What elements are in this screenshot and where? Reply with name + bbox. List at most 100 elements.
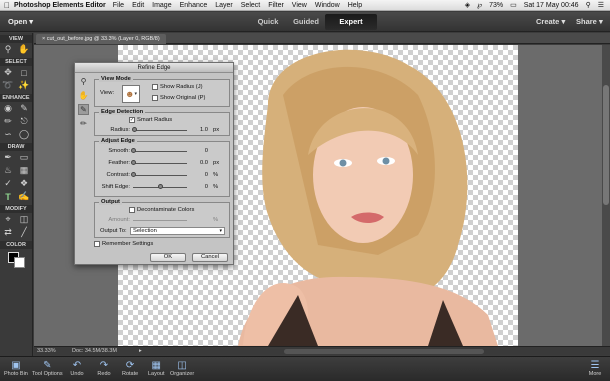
- eyedropper-tool-icon[interactable]: ✓: [3, 178, 14, 189]
- marquee-tool-icon[interactable]: □: [19, 67, 30, 78]
- recompose-tool-icon[interactable]: ◫: [19, 214, 30, 225]
- remember-settings-checkbox[interactable]: [94, 241, 100, 247]
- contrast-slider-knob[interactable]: [131, 172, 136, 177]
- show-radius-row[interactable]: Show Radius (J): [152, 84, 203, 90]
- feather-value[interactable]: 0.0: [188, 160, 208, 166]
- hand-icon[interactable]: ✋: [78, 90, 89, 101]
- content-aware-move-tool-icon[interactable]: ⇄: [3, 227, 14, 238]
- cancel-button[interactable]: Cancel: [192, 253, 228, 262]
- organizer-icon: ◫: [177, 359, 187, 371]
- smooth-slider-track[interactable]: [133, 151, 187, 152]
- output-to-select[interactable]: Selection ▾: [130, 227, 225, 235]
- radius-slider-knob[interactable]: [132, 127, 138, 132]
- tab-quick[interactable]: Quick: [249, 14, 287, 30]
- quick-selection-tool-icon[interactable]: ✨: [18, 80, 29, 91]
- layout-button[interactable]: ▦ Layout: [148, 359, 165, 378]
- smooth-slider-knob[interactable]: [131, 148, 136, 153]
- feather-slider-track[interactable]: [133, 163, 187, 164]
- share-button[interactable]: Share ▾: [576, 17, 603, 26]
- sponge-tool-icon[interactable]: ◯: [19, 129, 30, 140]
- menu-window[interactable]: Window: [315, 2, 340, 9]
- contrast-slider-track[interactable]: [133, 175, 187, 176]
- gradient-tool-icon[interactable]: ▦: [19, 165, 30, 176]
- contrast-value[interactable]: 0: [188, 172, 208, 178]
- background-color-swatch[interactable]: [14, 257, 25, 268]
- redo-button[interactable]: ↷ Redo: [97, 359, 111, 378]
- spotlight-icon[interactable]: ⚲: [586, 1, 591, 9]
- tool-options-button[interactable]: ✎ Tool Options: [32, 359, 63, 378]
- tab-guided[interactable]: Guided: [287, 14, 325, 30]
- apple-icon[interactable]: : [0, 1, 14, 10]
- eraser-tool-icon[interactable]: ▭: [19, 152, 30, 163]
- wifi-icon[interactable]: ◈: [465, 1, 470, 9]
- document-tab[interactable]: × cut_out_before.jpg @ 33.3% (Layer 0, R…: [36, 34, 166, 44]
- erase-refinements-brush-icon[interactable]: ✏: [78, 118, 89, 129]
- more-button[interactable]: ☰ More: [588, 359, 602, 378]
- feather-slider-knob[interactable]: [131, 160, 136, 165]
- app-name-menu[interactable]: Photoshop Elements Editor: [14, 2, 106, 9]
- radius-slider-track[interactable]: [133, 130, 187, 131]
- decontaminate-checkbox[interactable]: [129, 207, 135, 213]
- spot-healing-tool-icon[interactable]: ✎: [19, 103, 30, 114]
- paint-bucket-tool-icon[interactable]: ♨: [3, 165, 14, 176]
- clock[interactable]: Sat 17 May 00:46: [524, 2, 579, 9]
- organizer-button[interactable]: ◫ Organizer: [170, 359, 194, 378]
- battery-icon[interactable]: ▭: [510, 1, 517, 9]
- vertical-scrollbar-thumb[interactable]: [603, 85, 609, 205]
- tab-expert[interactable]: Expert: [325, 14, 377, 30]
- view-mode-thumbnail[interactable]: ☻ ▾: [122, 85, 140, 103]
- lasso-tool-icon[interactable]: ➰: [2, 80, 13, 91]
- photo-bin-button[interactable]: ▣ Photo Bin: [4, 359, 28, 378]
- remember-settings-row[interactable]: Remember Settings: [94, 241, 153, 247]
- shift-edge-value[interactable]: 0: [188, 184, 208, 190]
- brush-tool-icon[interactable]: ✒: [3, 152, 14, 163]
- blur-tool-icon[interactable]: ∽: [3, 129, 14, 140]
- menu-layer[interactable]: Layer: [215, 2, 233, 9]
- type-tool-icon[interactable]: T: [3, 191, 14, 202]
- undo-button[interactable]: ↶ Undo: [70, 359, 84, 378]
- menu-image[interactable]: Image: [152, 2, 171, 9]
- menu-filter[interactable]: Filter: [268, 2, 284, 9]
- show-original-row[interactable]: Show Original (P): [152, 95, 205, 101]
- move-tool-icon[interactable]: ✥: [3, 67, 14, 78]
- dialog-title[interactable]: Refine Edge: [75, 63, 233, 73]
- bluetooth-icon[interactable]: ℘: [477, 1, 482, 9]
- refine-radius-brush-icon[interactable]: ✎: [78, 104, 89, 115]
- zoom-level[interactable]: 33.33%: [37, 347, 56, 356]
- notifications-icon[interactable]: ☰: [598, 1, 604, 9]
- radius-value[interactable]: 1.0: [188, 127, 208, 133]
- menu-view[interactable]: View: [292, 2, 307, 9]
- show-radius-checkbox[interactable]: [152, 84, 158, 90]
- smart-radius-checkbox[interactable]: ✓: [129, 117, 135, 123]
- smart-brush-tool-icon[interactable]: ✏: [3, 116, 14, 127]
- close-icon[interactable]: ×: [42, 36, 45, 42]
- decontaminate-row[interactable]: Decontaminate Colors: [129, 207, 194, 213]
- create-button[interactable]: Create ▾: [536, 17, 565, 26]
- zoom-tool-icon[interactable]: ⚲: [3, 44, 14, 55]
- hand-tool-icon[interactable]: ✋: [18, 44, 29, 55]
- smart-radius-row[interactable]: ✓ Smart Radius: [129, 117, 172, 123]
- shift-edge-slider-knob[interactable]: [157, 184, 163, 189]
- menu-enhance[interactable]: Enhance: [180, 2, 208, 9]
- status-menu-arrow-icon[interactable]: ▸: [139, 347, 142, 356]
- menu-select[interactable]: Select: [241, 2, 260, 9]
- pencil-tool-icon[interactable]: ✍: [18, 191, 29, 202]
- crop-tool-icon[interactable]: ⌖: [3, 214, 14, 225]
- open-button[interactable]: Open ▾: [8, 17, 33, 26]
- vertical-scrollbar[interactable]: [602, 45, 610, 346]
- menu-file[interactable]: File: [113, 2, 124, 9]
- menu-help[interactable]: Help: [348, 2, 362, 9]
- smooth-value[interactable]: 0: [188, 148, 208, 154]
- straighten-tool-icon[interactable]: ╱: [19, 227, 30, 238]
- ok-button[interactable]: OK: [150, 253, 186, 262]
- menu-edit[interactable]: Edit: [132, 2, 144, 9]
- custom-shape-tool-icon[interactable]: ❖: [19, 178, 30, 189]
- zoom-icon[interactable]: ⚲: [78, 76, 89, 87]
- show-original-checkbox[interactable]: [152, 95, 158, 101]
- red-eye-tool-icon[interactable]: ◉: [3, 103, 14, 114]
- rotate-button[interactable]: ⟳ Rotate: [122, 359, 138, 378]
- clone-stamp-tool-icon[interactable]: ⎋: [19, 116, 30, 127]
- horizontal-scrollbar[interactable]: [284, 349, 484, 354]
- decontaminate-label: Decontaminate Colors: [137, 207, 195, 213]
- document-tab-bar: × cut_out_before.jpg @ 33.3% (Layer 0, R…: [34, 33, 610, 44]
